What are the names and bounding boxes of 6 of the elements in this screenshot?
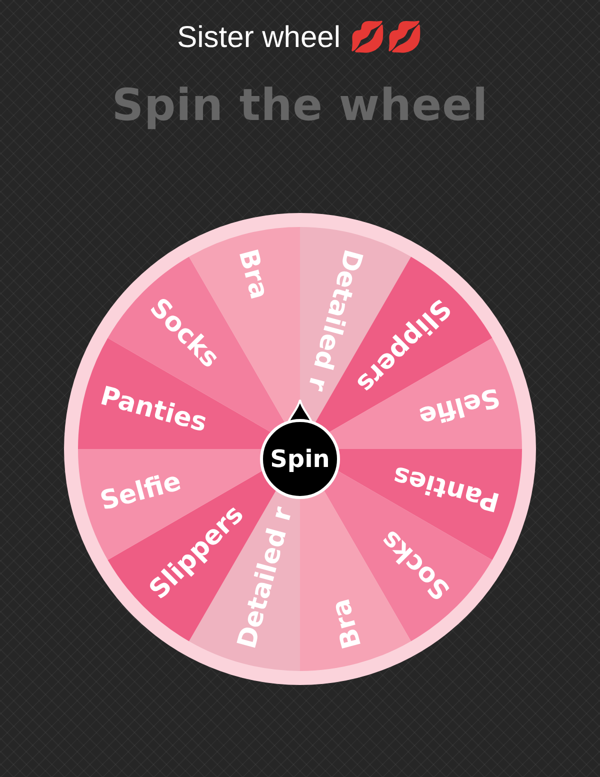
segment-label: Selfie [97,466,184,517]
segment-label: Bra [326,596,368,652]
wheel-title: Sister wheel 💋💋 [177,20,423,56]
segment-label: Selfie [416,381,503,432]
segment-label: Bra [232,246,274,302]
heading: Spin the wheel [112,79,488,133]
